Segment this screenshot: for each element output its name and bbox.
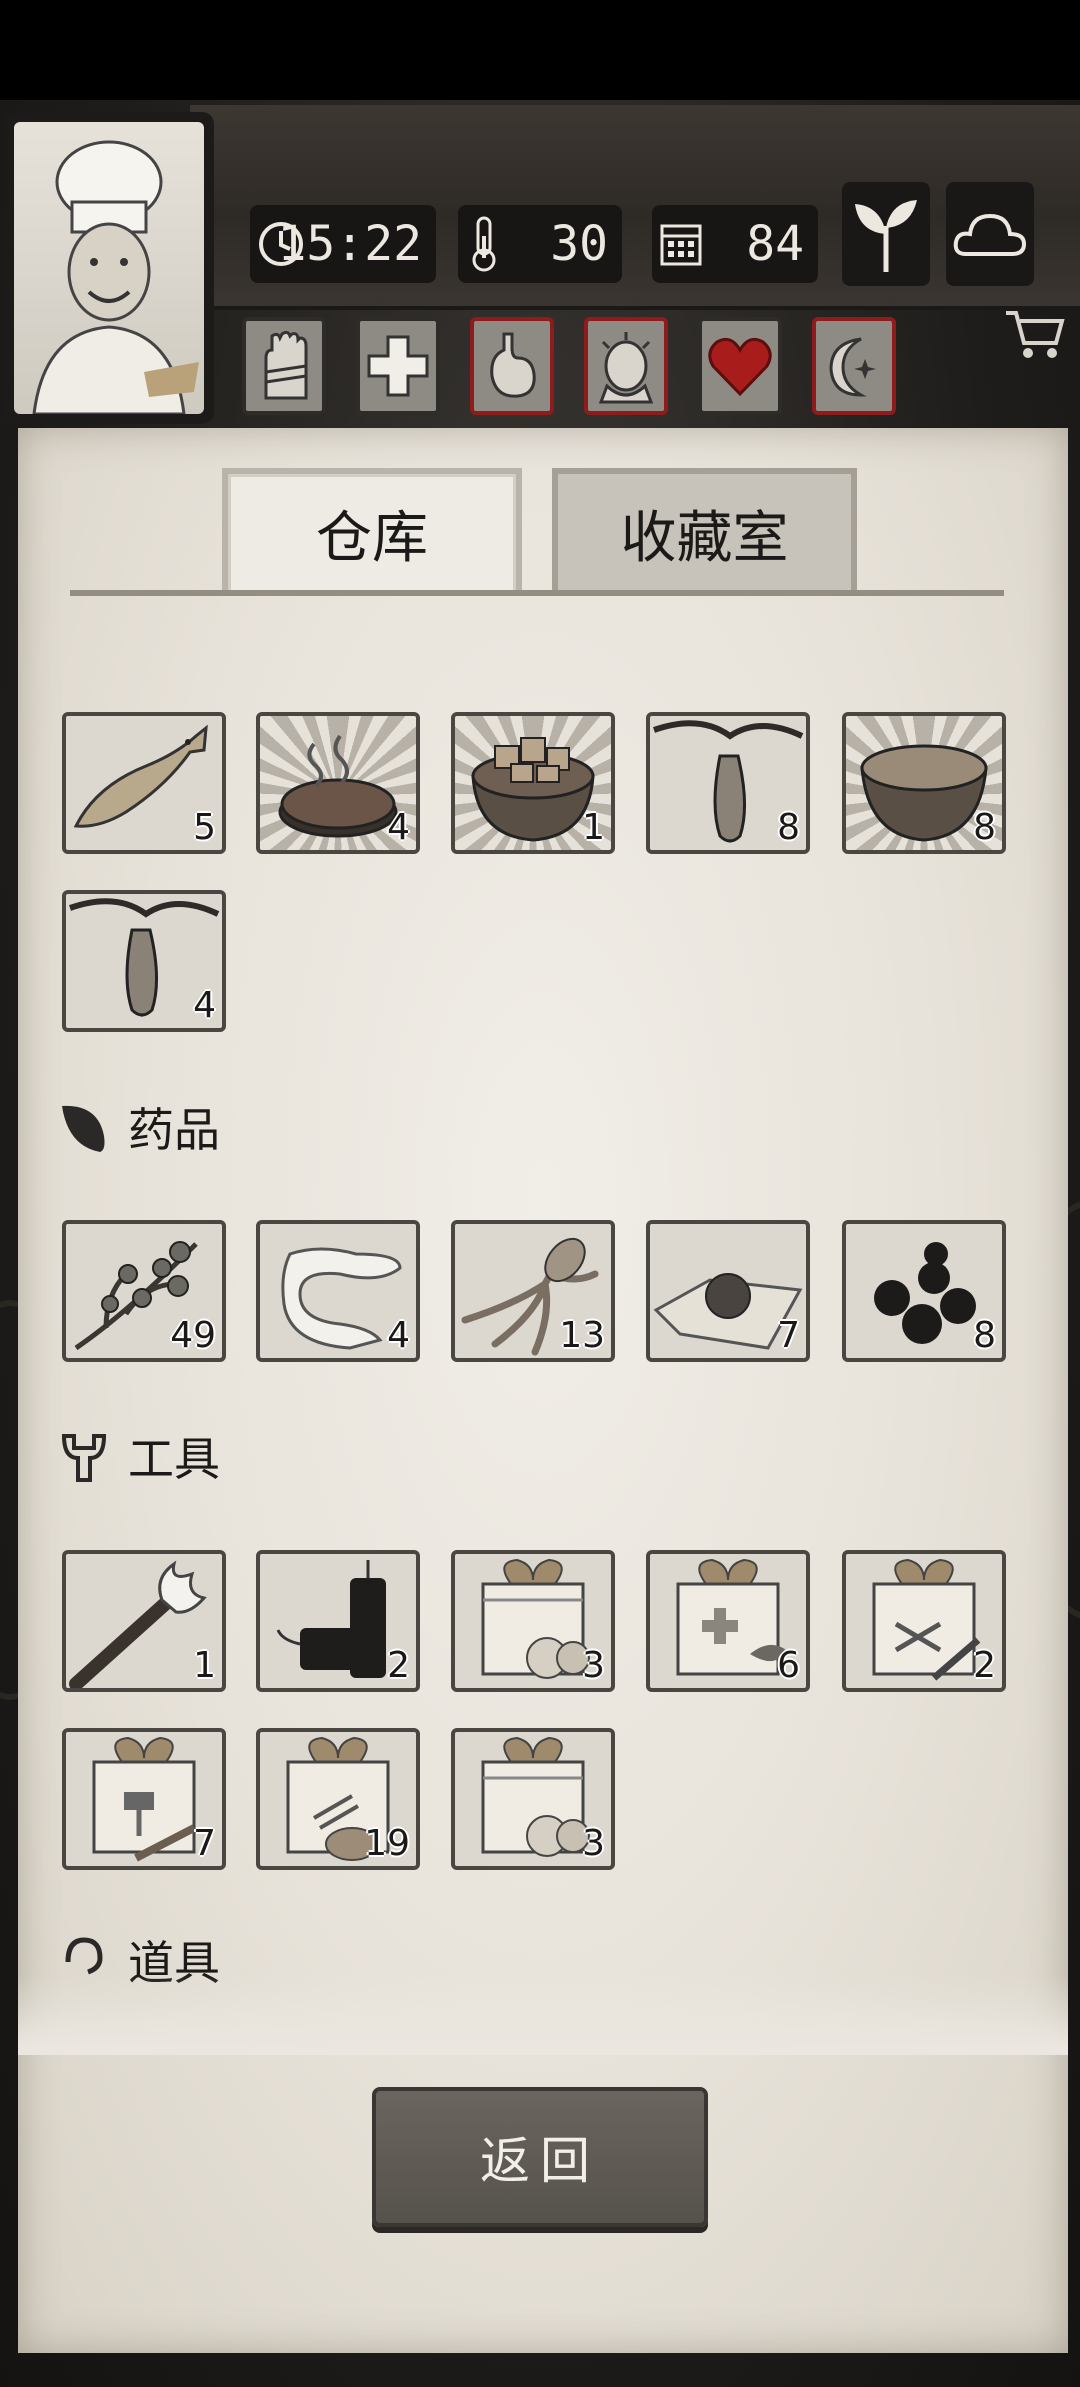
inventory-slot[interactable]: 4: [256, 1220, 420, 1362]
section-medicine: 药品: [58, 1097, 220, 1157]
inventory-slot[interactable]: 2: [256, 1550, 420, 1692]
inventory-slot[interactable]: 2: [842, 1550, 1006, 1692]
moon-star-icon: [829, 337, 876, 397]
item-count: 4: [387, 1315, 410, 1356]
mental-status-icon[interactable]: [584, 317, 668, 415]
section-label: 药品: [128, 1103, 220, 1157]
inventory-slot[interactable]: 8: [842, 1220, 1006, 1362]
inventory-slot[interactable]: 5: [62, 712, 226, 854]
inventory-slot[interactable]: 13: [451, 1220, 615, 1362]
heart-status-icon[interactable]: [698, 317, 782, 415]
calendar-icon: [660, 224, 702, 266]
item-count: 4: [193, 985, 216, 1026]
thermometer-icon: [472, 216, 496, 272]
stomach-icon: [490, 332, 536, 398]
sprout-icon: [855, 200, 917, 272]
item-count: 6: [777, 1645, 800, 1686]
cloud-icon: [953, 213, 1027, 256]
inventory-slot[interactable]: 4: [256, 712, 420, 854]
item-count: 8: [777, 807, 800, 848]
tab-collection[interactable]: 收藏室: [552, 468, 857, 593]
item-count: 2: [973, 1645, 996, 1686]
injury-status-icon[interactable]: [242, 317, 326, 415]
section-tools: 工具: [58, 1426, 220, 1486]
item-count: 2: [387, 1645, 410, 1686]
medical-cross-icon: [367, 335, 429, 397]
inventory-slot[interactable]: 1: [62, 1550, 226, 1692]
inventory-slot[interactable]: 8: [842, 712, 1006, 854]
item-count: 4: [387, 807, 410, 848]
leaf-icon: [62, 1105, 105, 1152]
day-value: 84: [746, 216, 804, 272]
scroll-fade: [18, 1975, 1068, 2055]
item-count: 3: [582, 1823, 605, 1864]
time-display: 15:22: [250, 205, 436, 283]
day-display: 84: [652, 205, 818, 283]
item-count: 7: [193, 1823, 216, 1864]
inventory-slot[interactable]: 7: [62, 1728, 226, 1870]
inventory-slot[interactable]: 4: [62, 890, 226, 1032]
item-count: 19: [364, 1823, 410, 1864]
character-portrait[interactable]: [4, 112, 214, 424]
tab-divider: [70, 590, 1004, 596]
inventory-slot[interactable]: 19: [256, 1728, 420, 1870]
inventory-slot[interactable]: 3: [451, 1728, 615, 1870]
wrench-icon: [61, 1434, 107, 1482]
inventory-slot[interactable]: 49: [62, 1220, 226, 1362]
bandaged-hand-icon: [264, 330, 308, 400]
inventory-slot[interactable]: 7: [646, 1220, 810, 1362]
inventory-slot[interactable]: 8: [646, 712, 810, 854]
status-bar: [0, 0, 1080, 100]
inventory-slot[interactable]: 6: [646, 1550, 810, 1692]
temperature-display: 30: [458, 205, 622, 283]
heart-icon: [708, 337, 772, 397]
section-label: 工具: [128, 1432, 220, 1486]
inventory-slot[interactable]: 3: [451, 1550, 615, 1692]
health-status-icon[interactable]: [356, 317, 440, 415]
back-button[interactable]: 返回: [372, 2087, 708, 2227]
sleep-status-icon[interactable]: [812, 317, 896, 415]
time-value: 15:22: [277, 216, 423, 272]
item-count: 1: [193, 1645, 216, 1686]
weather-button[interactable]: [946, 182, 1034, 286]
item-count: 13: [559, 1315, 605, 1356]
inventory-slot[interactable]: 1: [451, 712, 615, 854]
hunger-status-icon[interactable]: [470, 317, 554, 415]
item-count: 8: [973, 1315, 996, 1356]
item-count: 3: [582, 1645, 605, 1686]
temperature-value: 30: [550, 216, 608, 272]
item-count: 7: [777, 1315, 800, 1356]
tab-warehouse[interactable]: 仓库: [222, 468, 522, 593]
farming-button[interactable]: [842, 182, 930, 286]
item-count: 8: [973, 807, 996, 848]
shop-cart-icon[interactable]: [1002, 305, 1066, 365]
item-count: 5: [193, 807, 216, 848]
item-count: 49: [170, 1315, 216, 1356]
item-count: 1: [582, 807, 605, 848]
dizzy-head-icon: [598, 332, 654, 404]
